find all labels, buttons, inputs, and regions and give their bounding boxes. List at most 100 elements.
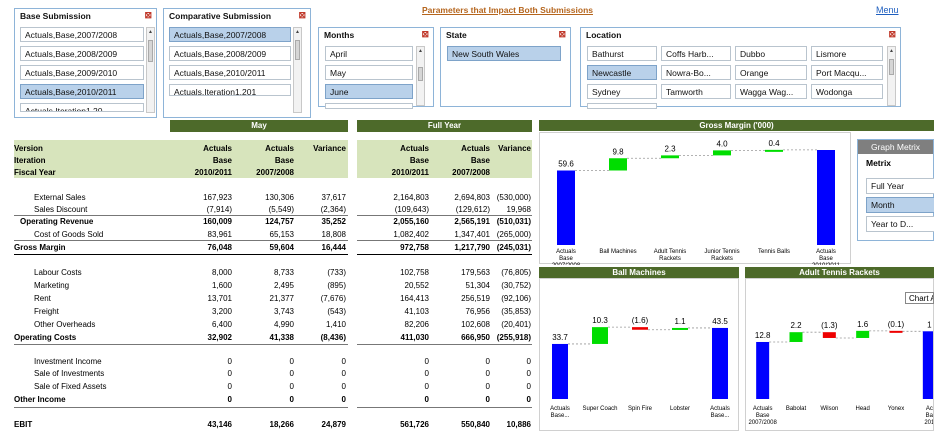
clear-filter-icon[interactable]: ⊠ <box>298 10 306 20</box>
slicer-item[interactable]: Wagga Wag... <box>735 84 807 99</box>
waterfall-bar[interactable] <box>713 150 731 156</box>
waterfall-bar[interactable] <box>789 332 803 342</box>
slicer-item[interactable]: Sydney <box>587 84 657 99</box>
metrix-item-year-to-date[interactable]: Year to D... <box>866 216 934 232</box>
scroll-up-icon[interactable]: ▲ <box>888 47 895 56</box>
scroll-up-icon[interactable]: ▲ <box>417 47 424 56</box>
chart-tooltip: Chart A <box>905 292 934 304</box>
slicer-item[interactable]: July <box>325 103 413 109</box>
waterfall-bar[interactable] <box>592 327 608 344</box>
slicer-title: Months ⊠ <box>324 29 429 40</box>
waterfall-bar[interactable] <box>632 327 648 330</box>
waterfall-bar[interactable] <box>661 155 679 159</box>
scroll-thumb[interactable] <box>889 59 894 75</box>
cell-value: 82,206 <box>404 320 429 329</box>
slicer-item-selected[interactable]: New South Wales <box>447 46 561 61</box>
category-label: Base <box>559 256 573 262</box>
slicer-item[interactable]: Actuals,Base,2008/2009 <box>20 46 144 61</box>
slicer-item[interactable]: Actuals,Base,2010/2011 <box>169 65 291 80</box>
gross-margin-chart-area[interactable]: 59.6ActualsBase2007/20089.8Ball Machines… <box>539 132 851 269</box>
clear-filter-icon[interactable]: ⊠ <box>888 29 896 39</box>
slicer-item-selected[interactable]: June <box>325 84 413 99</box>
scroll-up-icon[interactable]: ▲ <box>294 28 301 37</box>
slicer-item[interactable]: Nowra-Bo... <box>661 65 731 80</box>
comparative-submission-slicer: Comparative Submission ⊠ Actuals,Base,200… <box>163 8 311 118</box>
slicer-title: Location ⊠ <box>586 29 896 40</box>
column-header: 2007/2008 <box>256 168 294 177</box>
slicer-item-selected[interactable]: Actuals,Base,2010/2011 <box>20 84 144 99</box>
cell-value: 0 <box>526 369 531 378</box>
menu-link[interactable]: Menu <box>876 5 899 15</box>
slicer-item[interactable]: Orange <box>735 65 807 80</box>
slicer-item[interactable]: Tamworth <box>661 84 731 99</box>
waterfall-bar[interactable] <box>552 343 568 399</box>
slicer-item[interactable]: April <box>325 46 413 61</box>
parameters-link[interactable]: Parameters that Impact Both Submissions <box>422 5 593 15</box>
scroll-up-icon[interactable]: ▲ <box>147 28 154 37</box>
slicer-scrollbar[interactable]: ▲ <box>146 27 155 113</box>
category-label: Base... <box>711 413 730 419</box>
scroll-thumb[interactable] <box>148 40 153 62</box>
slicer-item[interactable]: Coffs Harb... <box>661 46 731 61</box>
cell-value: 167,923 <box>203 193 232 202</box>
slicer-item[interactable]: Actuals,Base,2008/2009 <box>169 46 291 61</box>
waterfall-bar[interactable] <box>889 330 903 333</box>
slicer-item[interactable]: Wodonga <box>811 84 883 99</box>
slicer-item-selected[interactable]: Newcastle <box>587 65 657 80</box>
clear-filter-icon[interactable]: ⊠ <box>558 29 566 39</box>
data-label: 1.1 <box>674 317 686 326</box>
graph-metrix-panel: Graph Metrix Metrix Full Year Month Year… <box>857 139 934 241</box>
slicer-item[interactable]: Dubbo <box>735 46 807 61</box>
metrix-item-full-year[interactable]: Full Year <box>866 178 934 194</box>
clear-filter-icon[interactable]: ⊠ <box>144 10 152 20</box>
clear-filter-icon[interactable]: ⊠ <box>421 29 429 39</box>
slicer-item[interactable]: Bathurst <box>587 46 657 61</box>
slicer-item[interactable]: May <box>325 65 413 80</box>
slicer-item[interactable]: Actuals,Iteration1,20 <box>20 103 144 112</box>
slicer-item[interactable]: Actuals,Base,2007/2008 <box>20 27 144 42</box>
slicer-item[interactable]: Wollongong <box>587 103 657 109</box>
cell-value: (255,918) <box>496 333 531 342</box>
waterfall-bar[interactable] <box>712 327 728 399</box>
gross-margin-chart-title: Gross Margin ('000) <box>539 120 934 131</box>
waterfall-bar[interactable] <box>822 332 836 338</box>
slicer-item[interactable]: Lismore <box>811 46 883 61</box>
waterfall-bar[interactable] <box>922 331 934 399</box>
slicer-item[interactable]: Port Macqu... <box>811 65 883 80</box>
waterfall-bar[interactable] <box>817 150 835 245</box>
cell-value: 0 <box>341 369 346 378</box>
cell-value: (7,676) <box>320 294 346 303</box>
waterfall-bar[interactable] <box>765 149 783 152</box>
column-header: Base <box>470 156 490 165</box>
slicer-item-selected[interactable]: Actuals,Base,2007/2008 <box>169 27 291 42</box>
category-label: Ac <box>926 406 933 412</box>
data-label: 43.5 <box>712 317 728 326</box>
table-rule <box>14 240 348 241</box>
scroll-thumb[interactable] <box>295 40 300 60</box>
scroll-thumb[interactable] <box>418 67 423 81</box>
waterfall-bar[interactable] <box>557 170 575 246</box>
category-label: Head <box>855 406 869 412</box>
slicer-scrollbar[interactable]: ▲ <box>887 46 896 106</box>
row-label: Sale of Investments <box>34 369 105 378</box>
category-label: Base <box>756 413 770 419</box>
waterfall-bar[interactable] <box>672 327 688 330</box>
ball-machines-chart-area[interactable]: 33.7 Actuals Base... 10.3 Super Coach (1.6) Sp… <box>539 278 739 431</box>
metrix-item-month[interactable]: Month <box>866 197 934 213</box>
cell-value: 102,758 <box>400 268 429 277</box>
slicer-scrollbar[interactable]: ▲ <box>293 27 302 113</box>
waterfall-bar[interactable] <box>609 158 627 171</box>
slicer-scrollbar[interactable]: ▲ <box>416 46 425 106</box>
waterfall-bar[interactable] <box>756 341 770 399</box>
slicer-item[interactable]: Actuals,Iteration1,201 <box>169 84 291 96</box>
cell-value: 0 <box>341 357 346 366</box>
table-rule <box>14 215 348 216</box>
category-label: Lobster <box>670 406 690 412</box>
waterfall-bar[interactable] <box>856 330 870 338</box>
data-label: 0.4 <box>768 139 780 148</box>
state-slicer: State ⊠ New South Wales <box>440 27 571 107</box>
slicer-item[interactable]: Actuals,Base,2009/2010 <box>20 65 144 80</box>
cell-value: (265,000) <box>496 230 531 239</box>
cell-value: 76,048 <box>207 243 232 252</box>
table-rule <box>357 215 532 216</box>
